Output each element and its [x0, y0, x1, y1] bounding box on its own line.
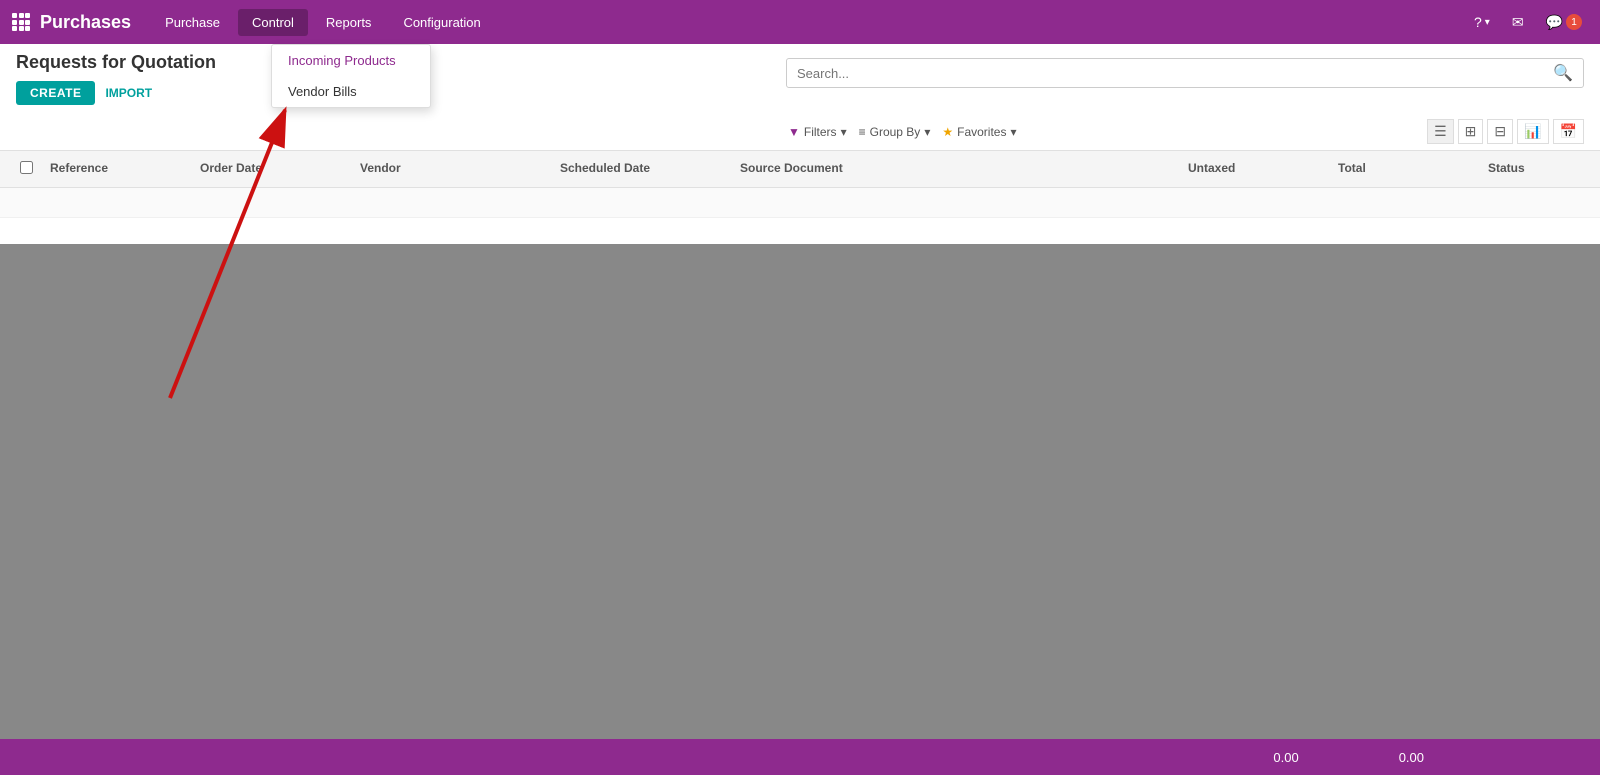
footer-bar: 0.00 0.00 [0, 739, 1600, 775]
footer-values: 0.00 0.00 [1273, 750, 1424, 765]
group-by-button[interactable]: ≡ Group By ▾ [859, 125, 931, 139]
footer-total: 0.00 [1399, 750, 1424, 765]
nav-control[interactable]: Control [238, 9, 308, 36]
help-menu[interactable]: ? ▾ [1468, 10, 1496, 34]
navbar: Purchases Purchase Control Reports Confi… [0, 0, 1600, 44]
filter-bar: ▼ Filters ▾ ≡ Group By ▾ ★ Favorites ▾ ☰… [0, 113, 1600, 151]
favorites-star-icon: ★ [942, 125, 953, 139]
list-view-button[interactable]: ☰ [1427, 119, 1454, 144]
chat-icon[interactable]: 💬 1 [1540, 10, 1588, 35]
col-vendor: Vendor [356, 159, 556, 179]
app-brand: Purchases [40, 12, 131, 33]
dropdown-vendor-bills[interactable]: Vendor Bills [272, 76, 430, 107]
filters-chevron: ▾ [841, 125, 847, 139]
search-input[interactable] [797, 66, 1553, 81]
navbar-menu: Purchase Control Reports Configuration [151, 9, 1468, 36]
navbar-right: ? ▾ ✉ 💬 1 [1468, 10, 1588, 35]
groupby-icon: ≡ [859, 125, 866, 139]
col-source-document: Source Document [736, 159, 1184, 179]
dropdown-incoming-products[interactable]: Incoming Products [272, 45, 430, 76]
col-status: Status [1484, 159, 1584, 179]
nav-configuration[interactable]: Configuration [389, 9, 494, 36]
col-checkbox[interactable] [16, 159, 46, 179]
mail-icon[interactable]: ✉ [1506, 10, 1530, 35]
favorites-button[interactable]: ★ Favorites ▾ [942, 125, 1016, 139]
col-total: Total [1334, 159, 1484, 179]
filters-button[interactable]: ▼ Filters ▾ [788, 125, 847, 139]
footer-untaxed: 0.00 [1273, 750, 1298, 765]
chat-badge: 1 [1566, 14, 1582, 30]
grid-view-button[interactable]: ⊟ [1487, 119, 1513, 144]
kanban-view-button[interactable]: ⊞ [1458, 119, 1484, 144]
create-button[interactable]: CREATE [16, 81, 95, 105]
nav-purchase[interactable]: Purchase [151, 9, 234, 36]
calendar-view-button[interactable]: 📅 [1553, 119, 1584, 144]
col-order-date: Order Date [196, 159, 356, 179]
col-scheduled-date: Scheduled Date [556, 159, 736, 179]
col-untaxed: Untaxed [1184, 159, 1334, 179]
favorites-label: Favorites [957, 125, 1006, 139]
filters-label: Filters [804, 125, 837, 139]
import-button[interactable]: IMPORT [105, 86, 152, 100]
filter-icon: ▼ [788, 125, 800, 139]
groupby-label: Group By [870, 125, 921, 139]
view-options: ☰ ⊞ ⊟ 📊 📅 [1427, 119, 1584, 144]
table-header: Reference Order Date Vendor Scheduled Da… [0, 151, 1600, 188]
main-content: Requests for Quotation CREATE IMPORT 🔍 ▼… [0, 44, 1600, 775]
gray-overlay [0, 244, 1600, 739]
groupby-chevron: ▾ [924, 125, 930, 139]
help-chevron: ▾ [1485, 17, 1490, 28]
favorites-chevron: ▾ [1010, 125, 1016, 139]
select-all-checkbox[interactable] [20, 161, 33, 174]
control-dropdown: Incoming Products Vendor Bills [271, 44, 431, 108]
table-row [0, 188, 1600, 218]
apps-icon[interactable] [12, 13, 30, 31]
col-reference: Reference [46, 159, 196, 179]
help-icon: ? [1474, 14, 1482, 30]
nav-reports[interactable]: Reports [312, 9, 386, 36]
search-icon[interactable]: 🔍 [1553, 63, 1573, 83]
graph-view-button[interactable]: 📊 [1517, 119, 1548, 144]
